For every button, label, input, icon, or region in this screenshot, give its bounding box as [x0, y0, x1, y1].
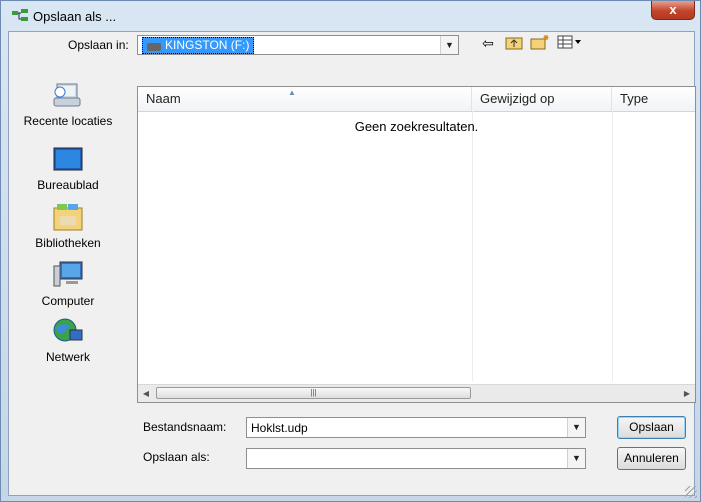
recent-locations-icon	[48, 80, 88, 112]
save-as-type-label: Opslaan als:	[143, 450, 210, 464]
location-selected: KINGSTON (F:)	[142, 37, 255, 54]
chevron-down-icon[interactable]: ▼	[567, 418, 585, 437]
place-network[interactable]: Netwerk	[8, 316, 128, 364]
filename-field[interactable]: Hoklst.udp ▼	[246, 417, 586, 438]
filename-value: Hoklst.udp	[251, 421, 308, 435]
column-header-row: Naam ▲ Gewijzigd op Type	[138, 87, 695, 112]
location-text: KINGSTON (F:)	[165, 38, 250, 52]
save-as-dialog: Opslaan als ... x Opslaan in: KINGSTON (…	[0, 0, 701, 502]
save-button[interactable]: Opslaan	[617, 416, 686, 439]
place-label: Recente locaties	[23, 114, 113, 128]
up-folder-icon[interactable]	[504, 34, 524, 52]
resize-grip-icon[interactable]	[685, 486, 697, 498]
file-list[interactable]: Naam ▲ Gewijzigd op Type Geen zoekresult…	[137, 86, 696, 403]
scroll-right-icon[interactable]: ▶	[679, 385, 695, 402]
chevron-down-icon[interactable]: ▼	[567, 449, 585, 468]
new-folder-icon[interactable]	[530, 34, 550, 52]
place-libraries[interactable]: Bibliotheken	[8, 202, 128, 250]
scrollbar-thumb[interactable]: |||	[156, 387, 471, 399]
column-label: Type	[620, 91, 649, 106]
view-menu-icon[interactable]	[557, 34, 583, 52]
chevron-down-icon[interactable]: ▼	[440, 36, 458, 54]
window-title: Opslaan als ...	[33, 9, 117, 24]
desktop-icon	[48, 144, 88, 176]
column-header-type[interactable]: Type	[612, 87, 695, 111]
back-icon[interactable]: ⇦	[478, 34, 498, 52]
close-button[interactable]: x	[651, 1, 695, 20]
title-bar: Opslaan als ... x	[1, 1, 700, 31]
place-desktop[interactable]: Bureaublad	[8, 144, 128, 192]
place-computer[interactable]: Computer	[8, 260, 128, 308]
network-icon	[48, 316, 88, 348]
filename-label: Bestandsnaam:	[143, 420, 227, 434]
empty-message: Geen zoekresultaten.	[354, 119, 479, 134]
cancel-button[interactable]: Annuleren	[617, 447, 686, 470]
save-as-type-select[interactable]: ▼	[246, 448, 586, 469]
scroll-left-icon[interactable]: ◀	[138, 385, 154, 402]
column-header-name[interactable]: Naam ▲	[138, 87, 472, 111]
place-label: Netwerk	[45, 350, 90, 364]
app-icon	[11, 8, 29, 24]
column-header-modified[interactable]: Gewijzigd op	[472, 87, 612, 111]
libraries-icon	[48, 202, 88, 234]
save-in-combobox[interactable]: KINGSTON (F:) ▼	[137, 35, 459, 55]
place-recent-locations[interactable]: Recente locaties	[8, 80, 128, 128]
places-bar: Recente locaties Bureaublad Bibliotheken…	[8, 54, 128, 394]
save-in-label: Opslaan in:	[68, 38, 129, 52]
column-label: Gewijzigd op	[480, 91, 555, 106]
horizontal-scrollbar[interactable]: ◀ ||| ▶	[138, 384, 695, 402]
place-label: Bibliotheken	[35, 236, 101, 250]
usb-drive-icon	[147, 43, 161, 51]
place-label: Computer	[41, 294, 95, 308]
computer-icon	[48, 260, 88, 292]
column-label: Naam	[146, 91, 181, 106]
place-label: Bureaublad	[37, 178, 99, 192]
sort-up-icon: ▲	[288, 88, 296, 97]
close-icon: x	[669, 2, 677, 17]
column-divider	[472, 111, 473, 381]
column-divider	[612, 111, 613, 381]
